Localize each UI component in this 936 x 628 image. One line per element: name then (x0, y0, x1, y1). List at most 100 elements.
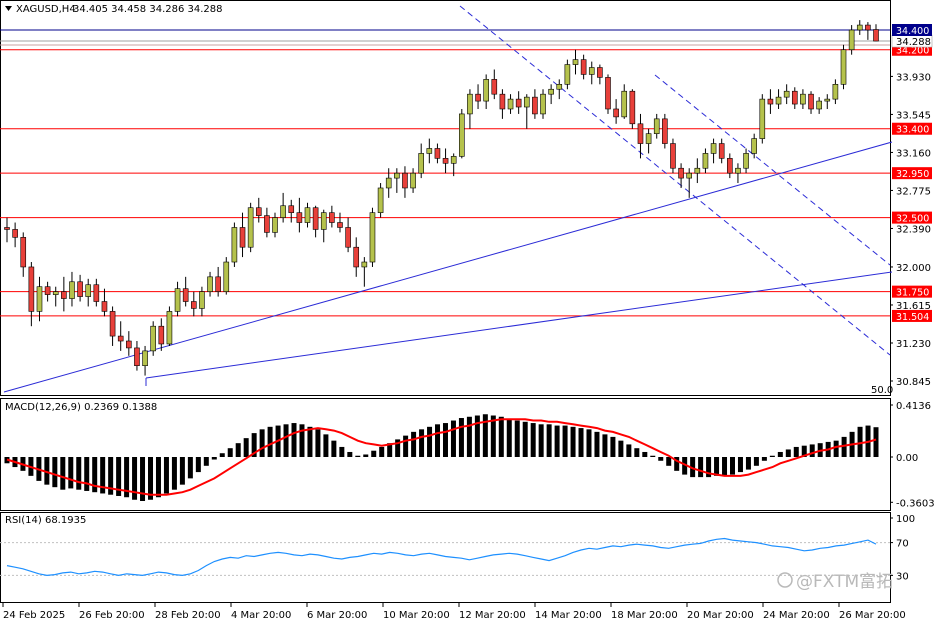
candle-body (442, 158, 449, 164)
macd-histogram-bar (562, 425, 568, 457)
macd-histogram-bar (873, 427, 879, 457)
candle-body (743, 153, 749, 169)
candle-body (759, 98, 766, 139)
candle-body (637, 123, 644, 144)
candle-body (523, 96, 530, 108)
candle-body (548, 88, 554, 95)
candle-body (28, 266, 35, 312)
macd-histogram-bar (315, 429, 321, 457)
trading-chart[interactable]: 33.930 33.545 33.160 32.775 32.390 32.000 31.6… (0, 0, 936, 624)
macd-histogram-bar (442, 423, 448, 457)
candle-body (126, 340, 132, 349)
candle-body (312, 207, 319, 230)
time-tick-label: 26 Mar 20:00 (839, 610, 906, 621)
candle-body (4, 227, 10, 230)
corner-label: 50.0 (871, 385, 893, 396)
candle-body (459, 113, 465, 157)
candle-body (767, 98, 774, 105)
candle-body (613, 108, 619, 118)
macd-histogram-bar (219, 453, 225, 457)
watermark: @FXTM富拓 (777, 572, 893, 592)
candle-body (85, 284, 92, 297)
candle-body (166, 311, 173, 345)
candle-body (44, 286, 51, 295)
horizontal-levels (0, 29, 890, 317)
macd-histogram-bar (570, 426, 576, 457)
candle-body (580, 59, 587, 75)
candle-body (231, 227, 238, 263)
macd-title: MACD(12,26,9) 0.2369 0.1388 (5, 402, 157, 413)
candle-body (483, 79, 489, 102)
macd-histogram-bar (323, 434, 329, 457)
macd-signal-line (6, 418, 877, 496)
macd-histogram-bar (347, 451, 353, 457)
rsi-tick-label: 30 (896, 571, 909, 582)
candle-body (702, 153, 709, 169)
candle-body (645, 133, 652, 144)
macd-histogram-bar (514, 420, 520, 457)
candle-body (52, 291, 59, 295)
candle-body (418, 153, 424, 174)
candle-body (629, 90, 636, 125)
candle-body (239, 227, 246, 248)
candle-body (134, 347, 140, 366)
candle-body (532, 96, 538, 115)
triangle-down-icon[interactable] (5, 6, 12, 11)
candle-body (564, 64, 571, 85)
trendline-support-lower[interactable] (145, 271, 893, 379)
chart-canvas[interactable]: 33.93033.54533.16032.77532.39032.00031.6… (0, 0, 936, 624)
trend-lines (3, 5, 893, 393)
candle-body (109, 311, 116, 337)
candle-body (865, 24, 871, 31)
candle-body (499, 93, 506, 110)
macd-histogram-bar (522, 421, 528, 457)
time-tick-label: 12 Mar 20:00 (459, 610, 526, 621)
candle-body (264, 215, 270, 233)
macd-histogram-bar (698, 457, 704, 478)
macd-histogram-bar (737, 457, 743, 473)
macd-histogram-bar (371, 450, 377, 457)
macd-tick-label: -0.3603 (896, 498, 935, 509)
candle-body (255, 207, 262, 216)
candle-body (662, 118, 668, 144)
macd-histogram-bar (171, 457, 177, 490)
candle-body (653, 118, 660, 134)
macd-histogram-bar (530, 423, 536, 457)
rsi-panel-frame (0, 512, 891, 603)
macd-histogram-bar (658, 457, 664, 461)
level-badge-label: 31.504 (896, 312, 929, 323)
candle-body (491, 79, 498, 95)
candle-body (207, 276, 213, 292)
macd-histogram-bar (403, 435, 409, 457)
candle-body (296, 212, 303, 223)
candle-body (101, 301, 108, 312)
candle-body (247, 207, 254, 248)
candle-body (540, 93, 546, 115)
macd-histogram-bar (155, 457, 161, 498)
candle-body (450, 156, 457, 164)
macd-histogram-bar (650, 455, 656, 457)
ohlc-readout: 34.405 34.458 34.286 34.288 (73, 4, 223, 15)
macd-histogram-bar (450, 420, 456, 457)
candle-body (816, 100, 822, 110)
candle-body (783, 90, 790, 98)
candle-body (158, 325, 165, 345)
candle-body (791, 90, 798, 105)
level-badge-label: 32.500 (896, 214, 929, 225)
macd-histogram-bar (586, 429, 592, 457)
candle-body (856, 24, 863, 31)
candle-body (394, 172, 400, 179)
macd-histogram-bar (267, 426, 273, 457)
macd-histogram-bar (419, 429, 425, 457)
macd-histogram-bar (84, 457, 90, 491)
candle-body (597, 67, 603, 78)
macd-histogram-bar (594, 431, 600, 457)
macd-histogram-bar (458, 418, 464, 457)
candle-body (93, 284, 100, 302)
candle-body (142, 350, 148, 366)
macd-histogram-bar (163, 457, 169, 494)
candle-body (345, 227, 351, 248)
price-tick-label: 33.160 (896, 148, 931, 159)
macd-histogram-bar (777, 451, 783, 457)
macd-histogram-bar (148, 457, 154, 500)
